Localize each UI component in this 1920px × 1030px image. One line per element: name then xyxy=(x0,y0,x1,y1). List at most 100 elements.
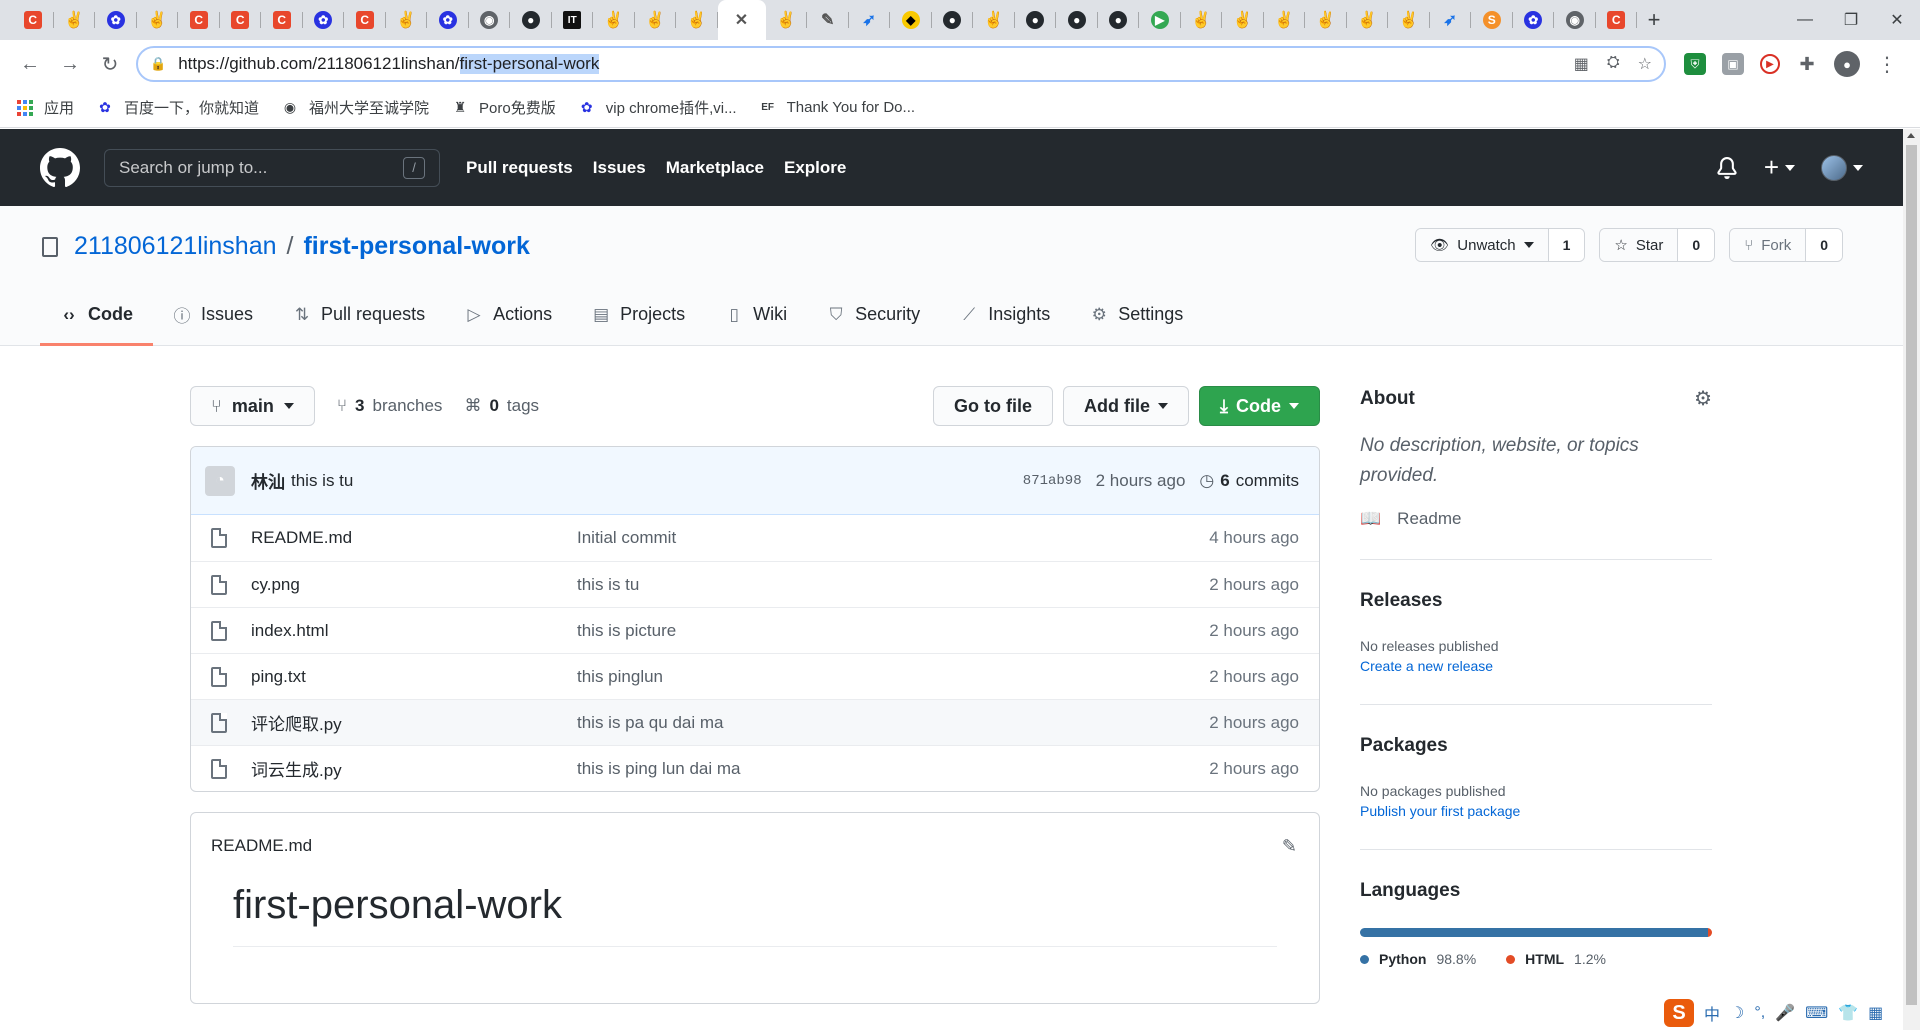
browser-tab[interactable]: ✌ xyxy=(1181,0,1223,40)
bookmark-star-icon[interactable]: ☆ xyxy=(1638,54,1652,74)
browser-tab[interactable]: ✿ xyxy=(427,0,469,40)
browser-tab[interactable]: ✌ xyxy=(766,0,808,40)
browser-tab[interactable]: ● xyxy=(1015,0,1057,40)
profile-avatar-icon[interactable]: ● xyxy=(1834,51,1860,77)
commits-link[interactable]: ◷ 6 commits xyxy=(1199,471,1299,491)
browser-tab[interactable]: C xyxy=(344,0,386,40)
tab-code[interactable]: ‹› Code xyxy=(40,286,153,346)
browser-tab[interactable]: ✌ xyxy=(635,0,677,40)
tab-pull-requests[interactable]: ⇅ Pull requests xyxy=(273,286,445,346)
code-download-button[interactable]: ⤓ Code xyxy=(1199,386,1320,426)
browser-tab[interactable]: ✌ xyxy=(1222,0,1264,40)
maximize-button[interactable]: ❐ xyxy=(1828,0,1874,40)
ime-tool-icon[interactable]: 👕 xyxy=(1838,1003,1858,1023)
tab-issues[interactable]: ⓘ Issues xyxy=(153,286,273,346)
github-logo-icon[interactable] xyxy=(40,147,80,188)
file-commit-message[interactable]: Initial commit xyxy=(577,528,1209,548)
file-row[interactable]: index.html this is picture 2 hours ago xyxy=(191,607,1319,653)
sogou-logo-icon[interactable]: S xyxy=(1664,999,1694,1027)
record-extension-icon[interactable]: ▶ xyxy=(1760,54,1780,74)
publish-package-link[interactable]: Publish your first package xyxy=(1360,803,1712,819)
file-row[interactable]: 词云生成.py this is ping lun dai ma 2 hours ag… xyxy=(191,745,1319,791)
watch-count[interactable]: 1 xyxy=(1547,229,1585,261)
language-item[interactable]: Python 98.8% xyxy=(1360,951,1476,967)
bell-icon[interactable] xyxy=(1716,156,1738,179)
address-bar[interactable]: 🔒 https://github.com/211806121linshan/fi… xyxy=(136,46,1666,82)
commit-sha[interactable]: 871ab98 xyxy=(1023,473,1082,489)
user-menu[interactable] xyxy=(1821,154,1863,181)
file-commit-message[interactable]: this is tu xyxy=(577,575,1209,595)
commit-author-avatar[interactable]: ◔ xyxy=(205,465,235,496)
add-file-button[interactable]: Add file xyxy=(1063,386,1190,426)
tab-insights[interactable]: ⟋ Insights xyxy=(940,286,1070,346)
browser-tab[interactable]: C xyxy=(1596,0,1638,40)
releases-title[interactable]: Releases xyxy=(1360,590,1442,612)
browser-tab[interactable]: S xyxy=(1471,0,1513,40)
browser-tab[interactable]: ✌ xyxy=(1347,0,1389,40)
scrollbar-thumb[interactable] xyxy=(1906,145,1917,1005)
file-row[interactable]: cy.png this is tu 2 hours ago xyxy=(191,561,1319,607)
branch-select-button[interactable]: ⑂ main xyxy=(190,386,315,426)
browser-tab[interactable]: ➶ xyxy=(1430,0,1472,40)
browser-tab[interactable]: ✿ xyxy=(303,0,345,40)
browser-tab[interactable]: ◉ xyxy=(469,0,511,40)
file-name[interactable]: README.md xyxy=(251,528,577,548)
file-name[interactable]: 评论爬取.py xyxy=(251,710,577,735)
file-row[interactable]: ping.txt this pinglun 2 hours ago xyxy=(191,653,1319,699)
nav-marketplace[interactable]: Marketplace xyxy=(666,158,764,178)
browser-tab[interactable]: ✿ xyxy=(95,0,137,40)
ime-tool-icon[interactable]: 🎤 xyxy=(1775,1003,1795,1023)
bookmark-item[interactable]: ✿ vip chrome插件,vi... xyxy=(578,97,737,118)
adblock-extension-icon[interactable]: ⛨ xyxy=(1684,53,1706,75)
translate-icon[interactable]: ⛭ xyxy=(1607,54,1620,74)
fork-count[interactable]: 0 xyxy=(1805,229,1842,261)
browser-tab[interactable]: ✌ xyxy=(1388,0,1430,40)
browser-tab[interactable]: C xyxy=(261,0,303,40)
ime-tool-icon[interactable]: ▦ xyxy=(1868,1003,1883,1023)
file-commit-message[interactable]: this pinglun xyxy=(577,667,1209,687)
tab-security[interactable]: ⛉ Security xyxy=(807,286,940,346)
tags-link[interactable]: ⌘ 0 tags xyxy=(464,396,539,416)
language-item[interactable]: HTML 1.2% xyxy=(1506,951,1606,967)
create-new-menu[interactable]: + xyxy=(1764,152,1795,183)
puzzle-icon[interactable]: ✚ xyxy=(1796,53,1818,75)
ime-tool-icon[interactable]: ⌨ xyxy=(1805,1003,1828,1023)
minimize-button[interactable]: — xyxy=(1782,0,1828,40)
browser-tab[interactable]: ✌ xyxy=(593,0,635,40)
file-name[interactable]: 词云生成.py xyxy=(251,756,577,781)
packages-title[interactable]: Packages xyxy=(1360,735,1448,757)
edit-pencil-icon[interactable]: ✎ xyxy=(1282,836,1297,857)
forward-button[interactable]: → xyxy=(50,44,90,84)
bookmark-item[interactable]: ♜ Poro免费版 xyxy=(451,97,556,118)
browser-tab[interactable]: ✌ xyxy=(386,0,428,40)
browser-tab[interactable]: C xyxy=(12,0,54,40)
file-row[interactable]: 评论爬取.py this is pa qu dai ma 2 hours ago xyxy=(191,699,1319,745)
scroll-up-arrow-icon[interactable] xyxy=(1907,133,1915,138)
qr-code-icon[interactable]: ▦ xyxy=(1574,54,1589,74)
browser-tab[interactable]: C xyxy=(178,0,220,40)
readme-link[interactable]: 📖 Readme xyxy=(1360,509,1712,529)
tab-wiki[interactable]: ▯ Wiki xyxy=(705,286,807,346)
file-row[interactable]: README.md Initial commit 4 hours ago xyxy=(191,515,1319,561)
reload-button[interactable]: ↻ xyxy=(90,44,130,84)
browser-tab[interactable]: ◆ xyxy=(890,0,932,40)
star-button[interactable]: ☆ Star xyxy=(1600,229,1678,261)
browser-tab[interactable]: ✌ xyxy=(1305,0,1347,40)
browser-tab[interactable]: ◉ xyxy=(1554,0,1596,40)
file-name[interactable]: index.html xyxy=(251,621,577,641)
file-commit-message[interactable]: this is picture xyxy=(577,621,1209,641)
tab-settings[interactable]: ⚙ Settings xyxy=(1070,286,1203,346)
file-commit-message[interactable]: this is pa qu dai ma xyxy=(577,713,1209,733)
go-to-file-button[interactable]: Go to file xyxy=(933,386,1054,426)
extension-icon[interactable]: ▣ xyxy=(1722,53,1744,75)
gear-icon[interactable]: ⚙ xyxy=(1694,386,1712,411)
file-commit-message[interactable]: this is ping lun dai ma xyxy=(577,759,1209,779)
repo-owner-link[interactable]: 211806121linshan xyxy=(74,232,277,261)
bookmark-item[interactable]: 应用 xyxy=(16,97,74,118)
new-tab-button[interactable]: + xyxy=(1637,0,1671,40)
browser-tab[interactable]: ✎ xyxy=(807,0,849,40)
browser-tab[interactable]: ▶ xyxy=(1139,0,1181,40)
browser-tab[interactable]: ✌ xyxy=(1264,0,1306,40)
close-icon[interactable]: ✕ xyxy=(733,11,751,29)
bookmark-item[interactable]: ✿ 百度一下，你就知道 xyxy=(96,97,259,118)
